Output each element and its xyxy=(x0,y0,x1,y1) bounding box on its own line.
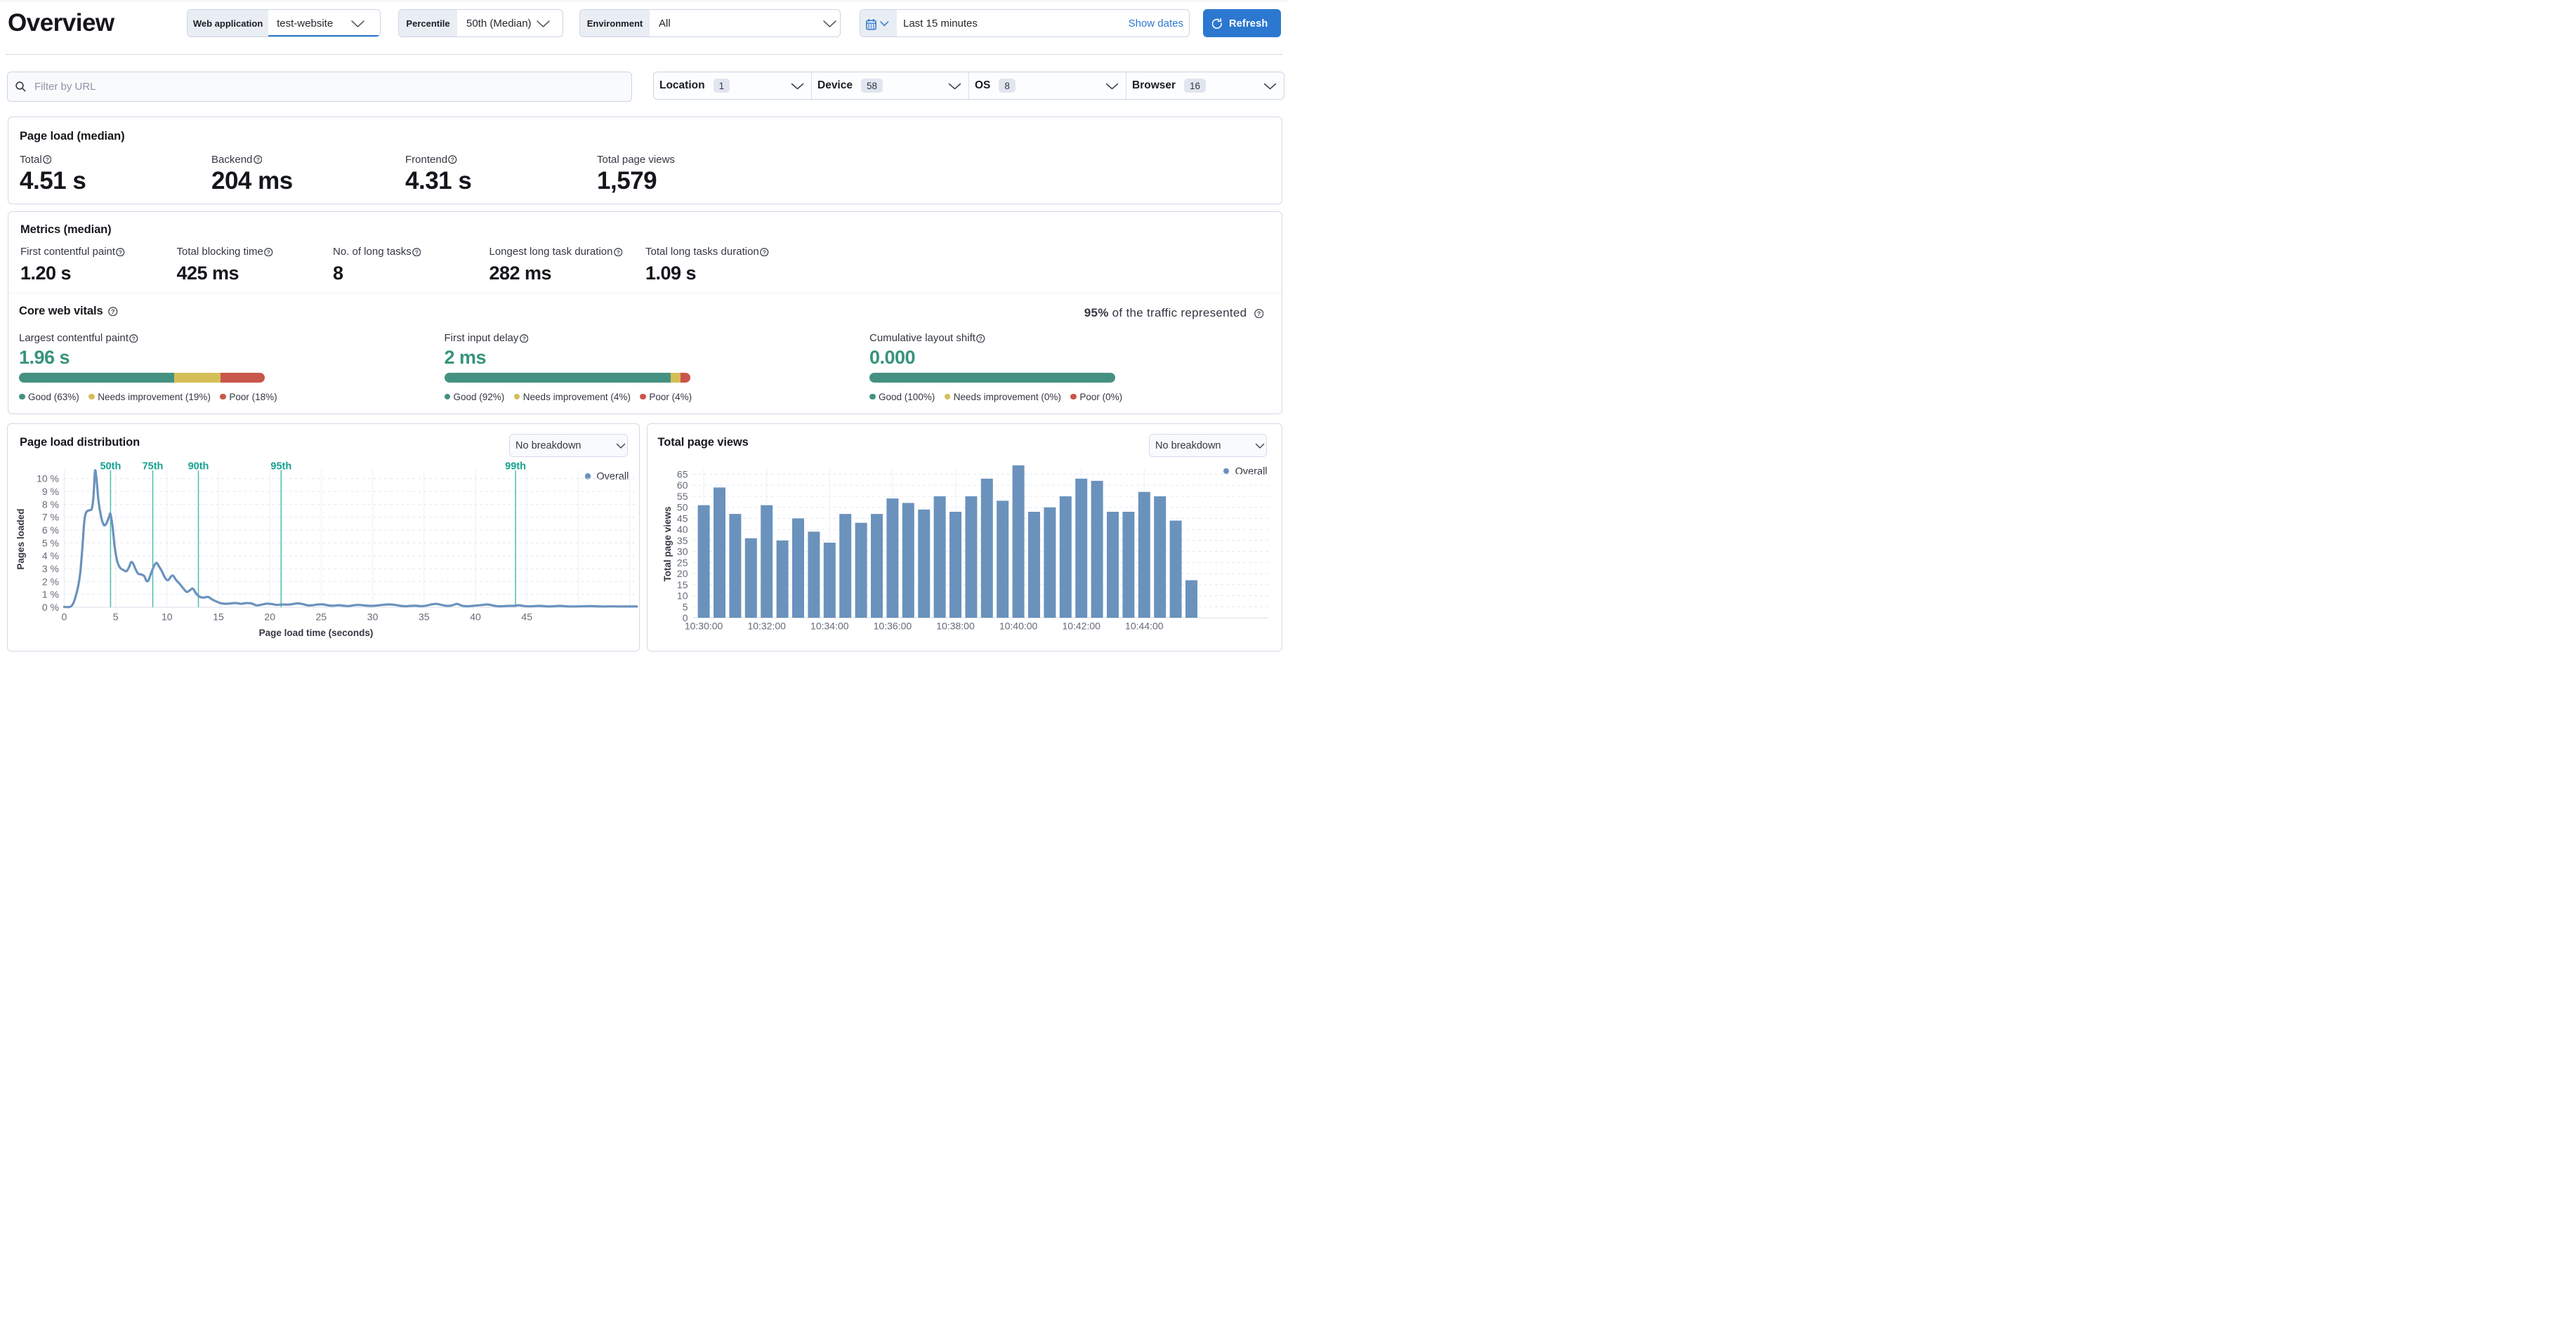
svg-text:65: 65 xyxy=(677,469,688,480)
svg-text:30: 30 xyxy=(677,546,688,557)
svg-text:5: 5 xyxy=(683,601,688,612)
svg-text:10:44:00: 10:44:00 xyxy=(1125,621,1164,632)
svg-text:10:34:00: 10:34:00 xyxy=(810,621,849,632)
svg-text:Total page views: Total page views xyxy=(662,506,673,581)
svg-text:50: 50 xyxy=(677,502,688,513)
svg-text:10:32:00: 10:32:00 xyxy=(747,621,786,632)
svg-text:10: 10 xyxy=(677,590,688,602)
svg-text:40: 40 xyxy=(677,524,688,535)
svg-text:45: 45 xyxy=(677,512,688,524)
svg-text:55: 55 xyxy=(677,491,688,502)
svg-text:10:42:00: 10:42:00 xyxy=(1062,621,1100,632)
svg-text:10:36:00: 10:36:00 xyxy=(874,621,912,632)
svg-text:15: 15 xyxy=(677,579,688,590)
svg-text:10:40:00: 10:40:00 xyxy=(999,621,1038,632)
svg-text:10:30:00: 10:30:00 xyxy=(685,621,723,632)
svg-text:10:38:00: 10:38:00 xyxy=(936,621,975,632)
svg-text:60: 60 xyxy=(677,479,688,491)
svg-text:25: 25 xyxy=(677,557,688,568)
svg-text:20: 20 xyxy=(677,568,688,579)
svg-text:35: 35 xyxy=(677,535,688,546)
